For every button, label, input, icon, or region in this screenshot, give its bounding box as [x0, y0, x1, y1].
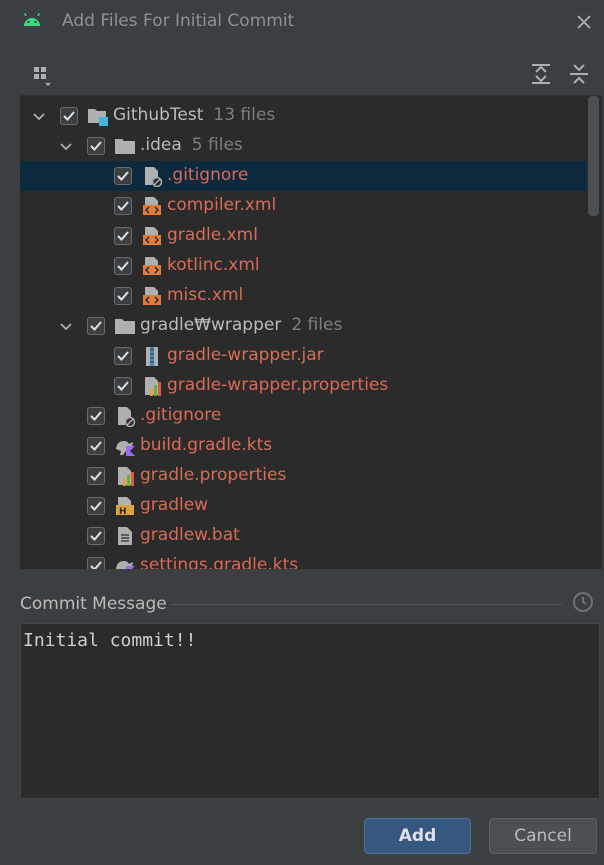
file-checkbox[interactable]	[87, 407, 105, 425]
close-icon[interactable]	[572, 10, 596, 34]
file-count: 5 files	[191, 135, 243, 155]
xml-file-icon	[141, 195, 163, 217]
file-name: compiler.xml	[167, 195, 277, 215]
tree-row-label: .idea 5 files	[140, 135, 243, 155]
file-checkbox[interactable]	[114, 197, 132, 215]
tree-folder-row[interactable]: gradle₩wrapper 2 files	[20, 311, 586, 341]
tree-file-row[interactable]: gradle.properties	[20, 461, 586, 491]
file-name: .gitignore	[140, 405, 222, 425]
tree-file-row[interactable]: gradlew.bat	[20, 521, 586, 551]
chevron-down-icon[interactable]	[59, 319, 73, 333]
file-tree: GithubTest 13 files .idea 5 files .gitignore…	[20, 95, 602, 569]
cancel-button[interactable]: Cancel	[489, 818, 597, 854]
chevron-down-icon[interactable]	[59, 139, 73, 153]
gradle-kotlin-file-icon	[114, 555, 136, 569]
tree-file-row[interactable]: .gitignore	[20, 161, 586, 191]
folder-name: GithubTest	[113, 105, 204, 125]
ignore-file-icon	[114, 405, 136, 428]
divider	[172, 604, 562, 605]
jar-file-icon	[141, 345, 163, 367]
file-checkbox[interactable]	[114, 347, 132, 365]
file-name: kotlinc.xml	[167, 255, 260, 275]
tree-file-row[interactable]: gradle-wrapper.properties	[20, 371, 586, 401]
title-bar: Add Files For Initial Commit	[0, 0, 604, 44]
commit-message-label: Commit Message	[20, 594, 167, 614]
tree-row-label: GithubTest 13 files	[113, 105, 275, 125]
collapse-all-icon[interactable]	[568, 62, 590, 90]
file-checkbox[interactable]	[114, 227, 132, 245]
properties-file-icon	[141, 375, 163, 397]
file-name: gradlew	[140, 495, 209, 515]
tree-row-label: gradle₩wrapper 2 files	[140, 315, 342, 335]
folder-name: .idea	[140, 135, 182, 155]
group-by-icon[interactable]	[32, 64, 54, 92]
file-name: settings.gradle.kts	[140, 555, 299, 569]
tree-file-row[interactable]: gradle.xml	[20, 221, 586, 251]
tree-file-row[interactable]: misc.xml	[20, 281, 586, 311]
xml-file-icon	[141, 255, 163, 277]
tree-file-row[interactable]: .gitignore	[20, 401, 586, 431]
add-button[interactable]: Add	[364, 818, 471, 854]
svg-text:H: H	[119, 507, 127, 517]
file-name: gradlew.bat	[140, 525, 240, 545]
file-checkbox[interactable]	[87, 137, 105, 155]
folder-icon	[114, 135, 136, 157]
file-checkbox[interactable]	[114, 257, 132, 275]
expand-all-icon[interactable]	[530, 62, 552, 90]
ignore-file-icon	[141, 165, 163, 188]
properties-file-icon	[114, 465, 136, 487]
gradle-kotlin-file-icon	[114, 435, 136, 457]
chevron-down-icon[interactable]	[32, 109, 46, 123]
file-count: 2 files	[291, 315, 343, 335]
tree-file-row[interactable]: gradle-wrapper.jar	[20, 341, 586, 371]
file-checkbox[interactable]	[87, 527, 105, 545]
file-name: gradle.xml	[167, 225, 258, 245]
file-name: gradle-wrapper.jar	[167, 345, 324, 365]
file-count: 13 files	[213, 105, 276, 125]
file-name: misc.xml	[167, 285, 244, 305]
folder-name: gradle₩wrapper	[140, 315, 282, 335]
history-icon[interactable]	[572, 591, 594, 617]
tree-folder-row[interactable]: .idea 5 files	[20, 131, 586, 161]
dialog-title: Add Files For Initial Commit	[62, 11, 295, 31]
file-name: gradle.properties	[140, 465, 287, 485]
file-checkbox[interactable]	[87, 317, 105, 335]
tree-file-row[interactable]: build.gradle.kts	[20, 431, 586, 461]
file-checkbox[interactable]	[87, 497, 105, 515]
file-name: gradle-wrapper.properties	[167, 375, 389, 395]
file-checkbox[interactable]	[114, 287, 132, 305]
android-icon	[22, 12, 42, 32]
xml-file-icon	[141, 225, 163, 247]
file-name: build.gradle.kts	[140, 435, 273, 455]
file-checkbox[interactable]	[87, 467, 105, 485]
shell-script-file-icon: H	[114, 495, 136, 517]
tree-folder-row[interactable]: GithubTest 13 files	[20, 101, 586, 131]
tree-file-row[interactable]: settings.gradle.kts	[20, 551, 586, 569]
tree-file-row[interactable]: kotlinc.xml	[20, 251, 586, 281]
tree-file-row[interactable]: compiler.xml	[20, 191, 586, 221]
file-checkbox[interactable]	[114, 377, 132, 395]
tree-scrollbar[interactable]	[588, 96, 599, 216]
file-checkbox[interactable]	[114, 167, 132, 185]
file-name: .gitignore	[167, 165, 249, 185]
folder-icon	[114, 315, 136, 337]
file-checkbox[interactable]	[87, 437, 105, 455]
module-folder-icon	[87, 105, 109, 127]
xml-file-icon	[141, 285, 163, 307]
commit-message-input[interactable]: Initial commit!!	[20, 623, 600, 799]
text-file-icon	[114, 525, 136, 547]
file-checkbox[interactable]	[87, 557, 105, 569]
tree-file-row[interactable]: Hgradlew	[20, 491, 586, 521]
file-checkbox[interactable]	[60, 107, 78, 125]
